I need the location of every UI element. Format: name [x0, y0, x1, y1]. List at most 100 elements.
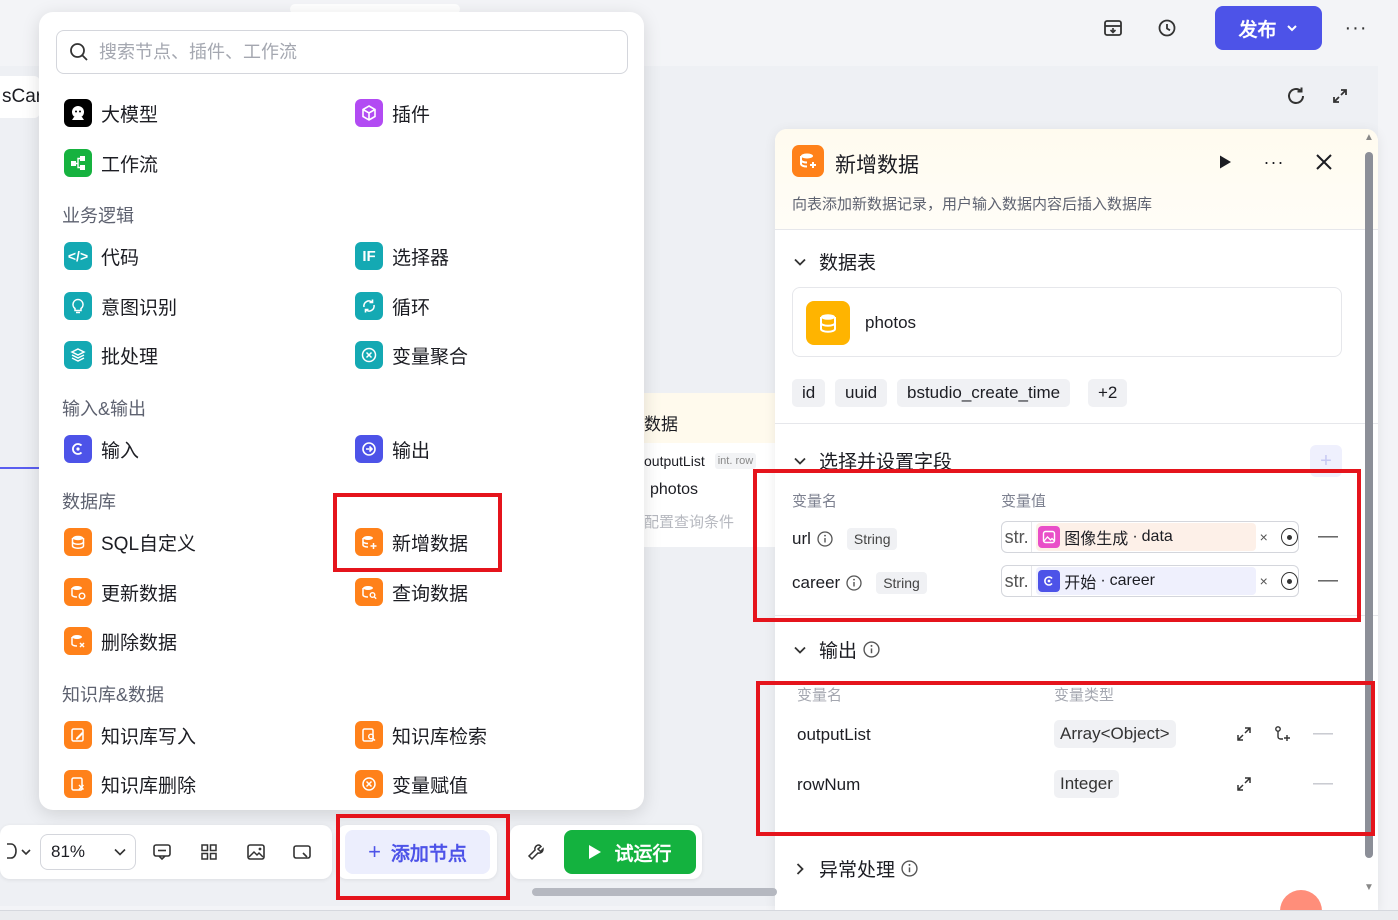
menu-item-db-query[interactable]: 查询数据: [355, 577, 468, 607]
menu-item-input[interactable]: 输入: [64, 434, 139, 464]
search-box[interactable]: [56, 30, 628, 74]
scroll-down-arrow[interactable]: ▼: [1364, 882, 1374, 893]
close-icon[interactable]: [1309, 147, 1339, 177]
table-card[interactable]: photos: [792, 287, 1342, 357]
menu-item-batch[interactable]: 批处理: [64, 340, 158, 370]
refresh-icon[interactable]: [1280, 80, 1312, 112]
menu-item-variable-assign[interactable]: 变量赋值: [355, 769, 468, 799]
connection-line: [0, 467, 40, 469]
panel-header: 新增数据 ··· 向表添加新数据记录，用户输入数据内容后插入数据库: [775, 129, 1378, 229]
screen-icon[interactable]: [288, 838, 316, 866]
menu-item-label: 选择器: [392, 247, 450, 269]
field-chip: uuid: [835, 379, 888, 407]
intent-bulb-icon: [64, 292, 92, 320]
database-icon: [806, 301, 850, 345]
minimap-icon[interactable]: [242, 838, 270, 866]
menu-item-intent[interactable]: 意图识别: [64, 291, 177, 321]
plugin-cube-icon: [355, 99, 383, 127]
menu-item-label: 大模型: [101, 104, 159, 126]
menu-item-kb-search[interactable]: 知识库检索: [355, 720, 487, 750]
output-section-header[interactable]: 输出: [793, 636, 880, 663]
menu-item-variable-merge[interactable]: 变量聚合: [355, 340, 468, 370]
menu-item-db-update[interactable]: 更新数据: [64, 577, 177, 607]
menu-item-label: 输入: [101, 440, 140, 462]
chevron-down-icon: [794, 457, 806, 465]
chevron-down-icon: [794, 646, 806, 654]
info-icon[interactable]: [863, 641, 880, 658]
horizontal-scrollbar[interactable]: [532, 888, 777, 896]
field-chip: bstudio_create_time: [897, 379, 1071, 407]
more-icon[interactable]: ···: [1340, 12, 1372, 44]
menu-item-selector[interactable]: IF 选择器: [355, 241, 449, 271]
menu-item-loop[interactable]: 循环: [355, 291, 430, 321]
scroll-up-arrow[interactable]: ▲: [1364, 132, 1374, 143]
table-section-header[interactable]: 数据表: [793, 248, 876, 275]
menu-item-label: 查询数据: [392, 583, 469, 605]
history-icon[interactable]: [1151, 12, 1183, 44]
menu-item-label: 循环: [392, 297, 431, 319]
menu-item-llm[interactable]: 大模型: [64, 98, 158, 128]
play-icon[interactable]: [1210, 147, 1240, 177]
node-output-tag: int. row: [714, 453, 757, 469]
section-title: 异常处理: [819, 860, 896, 881]
info-icon[interactable]: [901, 860, 918, 877]
kb-write-icon: [64, 721, 92, 749]
menu-item-label: 更新数据: [101, 583, 178, 605]
divider: [775, 423, 1378, 424]
highlight-box: [336, 814, 510, 900]
zoom-select[interactable]: 81%: [40, 834, 136, 870]
section-title: 输出: [819, 641, 858, 662]
menu-item-workflow[interactable]: 工作流: [64, 148, 158, 178]
expand-icon[interactable]: [1324, 80, 1356, 112]
menu-item-output[interactable]: 输出: [355, 434, 430, 464]
menu-item-plugin[interactable]: 插件: [355, 98, 430, 128]
section-title: 业务逻辑: [62, 206, 134, 226]
error-section-header[interactable]: 异常处理: [793, 855, 918, 882]
menu-item-label: 工作流: [101, 154, 159, 176]
zoom-value: 81%: [51, 842, 86, 861]
kb-search-icon: [355, 721, 383, 749]
publish-button[interactable]: 发布: [1215, 6, 1322, 50]
section-title: 输入&输出: [62, 399, 147, 419]
highlight-box: [753, 469, 1361, 622]
menu-item-label: 插件: [392, 104, 431, 126]
search-icon: [70, 43, 88, 61]
menu-item-kb-delete[interactable]: 知识库删除: [64, 769, 196, 799]
play-icon: [589, 845, 602, 859]
more-icon[interactable]: ···: [1259, 147, 1289, 177]
menu-item-label: 输出: [392, 440, 431, 462]
menu-item-label: 变量聚合: [392, 346, 469, 368]
search-input[interactable]: [99, 41, 599, 63]
menu-item-code[interactable]: </> 代码: [64, 241, 139, 271]
add-node-menu: 大模型 插件 工作流 业务逻辑 </> 代码 IF 选择器 意图识别 循环: [39, 12, 644, 810]
highlight-box: [756, 681, 1375, 836]
loop-icon: [355, 292, 383, 320]
menu-item-label: 批处理: [101, 346, 159, 368]
node-output-field: outputList: [644, 453, 705, 469]
download-box-icon[interactable]: [1097, 12, 1129, 44]
menu-item-label: 代码: [101, 247, 140, 269]
db-add-icon: [792, 145, 824, 177]
canvas-node-partial[interactable]: sCar: [0, 76, 40, 118]
menu-item-db-delete[interactable]: 删除数据: [64, 626, 177, 656]
table-name: photos: [865, 313, 917, 332]
db-update-icon: [64, 578, 92, 606]
wrench-icon[interactable]: [522, 838, 550, 866]
test-run-button[interactable]: 试运行: [564, 830, 696, 874]
kb-delete-icon: [64, 770, 92, 798]
section-title: 数据表: [819, 253, 877, 274]
publish-label: 发布: [1238, 19, 1277, 41]
batch-layers-icon: [64, 341, 92, 369]
grid-layout-icon[interactable]: [195, 838, 223, 866]
field-chip-more[interactable]: +2: [1088, 379, 1128, 407]
sql-db-icon: [64, 528, 92, 556]
chevron-down-icon[interactable]: [12, 838, 40, 866]
menu-item-kb-write[interactable]: 知识库写入: [64, 720, 196, 750]
divider: [775, 229, 1378, 230]
menu-item-label: 意图识别: [101, 297, 178, 319]
input-icon: [64, 435, 92, 463]
comment-icon[interactable]: [148, 838, 176, 866]
menu-item-sql[interactable]: SQL自定义: [64, 527, 196, 557]
menu-item-label: 知识库检索: [392, 726, 488, 748]
menu-item-label: 知识库删除: [101, 775, 197, 797]
